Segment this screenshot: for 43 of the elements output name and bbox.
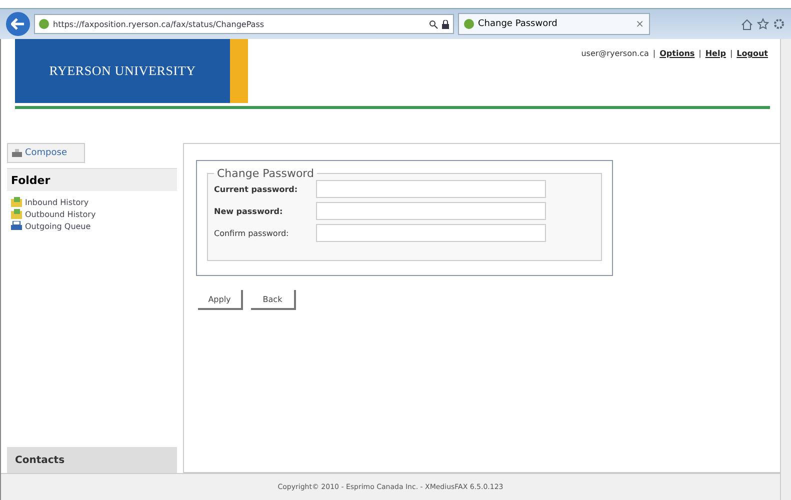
form-legend: Change Password bbox=[214, 167, 317, 180]
browser-tab[interactable]: Change Password × bbox=[458, 13, 650, 35]
separator-text: | bbox=[730, 49, 733, 58]
form-button[interactable]: Apply bbox=[198, 290, 243, 310]
search-icon bbox=[429, 20, 438, 28]
accent-stripe bbox=[230, 39, 248, 103]
header-link[interactable]: Help bbox=[705, 49, 726, 58]
field-label: New password: bbox=[214, 206, 284, 216]
settings-icon[interactable] bbox=[773, 18, 785, 30]
folder-icon bbox=[11, 197, 22, 207]
scrollbar[interactable] bbox=[780, 39, 791, 500]
separator-text: | bbox=[698, 49, 702, 58]
header-link[interactable]: Options bbox=[660, 49, 695, 58]
compose-button[interactable]: Compose bbox=[7, 143, 85, 163]
form-button[interactable]: Back bbox=[251, 290, 296, 310]
logo-text: RYERSON UNIVERSITY bbox=[49, 63, 196, 79]
url-text: https://faxposition.ryerson.ca/fax/status/ChangePass bbox=[53, 20, 266, 28]
address-bar[interactable]: https://faxposition.ryerson.ca/fax/status/ChangePass bbox=[34, 14, 454, 34]
folder-item[interactable]: Outgoing Queue bbox=[11, 221, 173, 231]
folder-item[interactable]: Outbound History bbox=[11, 209, 173, 219]
site-icon bbox=[464, 19, 474, 29]
password-field[interactable] bbox=[316, 180, 546, 198]
tab-title: Change Password bbox=[478, 19, 558, 29]
lock-icon bbox=[442, 20, 449, 28]
user-email: user@ryerson.ca bbox=[581, 49, 649, 58]
contacts-header[interactable]: Contacts bbox=[7, 447, 177, 473]
fax-icon bbox=[12, 149, 22, 157]
home-icon[interactable] bbox=[741, 18, 753, 30]
star-icon[interactable] bbox=[757, 18, 769, 30]
field-label: Current password: bbox=[214, 184, 299, 194]
printer-icon bbox=[11, 221, 22, 231]
back-button[interactable] bbox=[6, 12, 30, 36]
folder-header: Folder bbox=[7, 168, 177, 191]
field-label: Confirm password: bbox=[214, 228, 290, 238]
folder-icon bbox=[11, 209, 22, 219]
back-arrow-icon bbox=[11, 18, 25, 30]
password-field[interactable] bbox=[316, 202, 546, 220]
folder-item[interactable]: Inbound History bbox=[11, 197, 173, 207]
header-link[interactable]: Logout bbox=[736, 49, 768, 58]
tab-close-button[interactable]: × bbox=[636, 18, 644, 30]
site-icon bbox=[39, 19, 49, 29]
password-field[interactable] bbox=[316, 224, 546, 242]
separator-text: | bbox=[652, 49, 656, 58]
